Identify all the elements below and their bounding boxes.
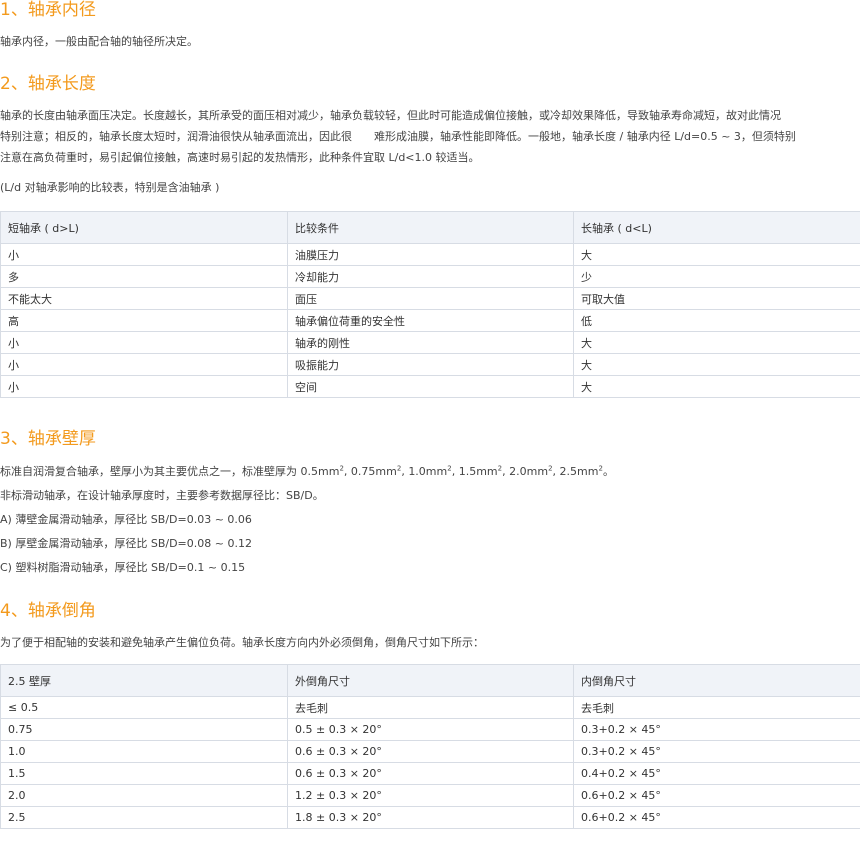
chamfer-text: 为了便于相配轴的安装和避免轴承产生偏位负荷。轴承长度方向内外必须倒角，倒角尺寸如…	[0, 636, 484, 649]
table-cell: 去毛刺	[287, 696, 574, 719]
table-row: 1.5 0.6 ± 0.3 × 20° 0.4+0.2 × 45°	[0, 762, 860, 785]
table-cell: 油膜压力	[287, 243, 574, 266]
column-header: 2.5 壁厚	[0, 664, 288, 697]
table-cell: 1.0	[0, 740, 288, 763]
table-cell: 0.4+0.2 × 45°	[573, 762, 860, 785]
superscript: 2	[447, 464, 452, 473]
column-header: 比较条件	[287, 211, 574, 244]
table-cell: 0.3+0.2 × 45°	[573, 718, 860, 741]
thickness-suffix: 。	[602, 465, 614, 478]
table-cell: 高	[0, 309, 288, 332]
superscript: 2	[497, 464, 503, 473]
table-cell: 少	[573, 265, 860, 288]
table-row: 小 吸振能力 大	[0, 353, 860, 376]
column-header: 长轴承 ( d<L)	[573, 211, 860, 244]
table-cell: 0.6 ± 0.3 × 20°	[287, 740, 574, 763]
chamfer-size-table: 2.5 壁厚 外倒角尺寸 内倒角尺寸 ≤ 0.5 去毛刺 去毛刺 0.75 0.…	[0, 664, 860, 829]
table-cell: 空间	[287, 375, 574, 398]
ld-comparison-table: 短轴承 ( d>L) 比较条件 长轴承 ( d<L) 小 油膜压力 大 多 冷却…	[0, 211, 860, 398]
table-row: 2.5 1.8 ± 0.3 × 20° 0.6+0.2 × 45°	[0, 806, 860, 829]
table-cell: 去毛刺	[573, 696, 860, 719]
table-cell: 大	[573, 353, 860, 376]
table-header-row: 2.5 壁厚 外倒角尺寸 内倒角尺寸	[0, 664, 860, 697]
thickness-value: 0.5mm	[300, 465, 340, 478]
table-row: 高 轴承偏位荷重的安全性 低	[0, 309, 860, 332]
thickness-prefix: 标准自润滑复合轴承，壁厚小为其主要优点之一，标准壁厚为	[0, 465, 301, 478]
table-cell: 2.5	[0, 806, 288, 829]
thickness-ratio-line: A) 薄壁金属滑动轴承，厚径比 SB/D=0.03 ~ 0.06	[0, 513, 252, 526]
table-row: 0.75 0.5 ± 0.3 × 20° 0.3+0.2 × 45°	[0, 718, 860, 741]
table-cell: 0.6 ± 0.3 × 20°	[287, 762, 574, 785]
table-cell: 轴承偏位荷重的安全性	[287, 309, 574, 332]
table-cell: 0.6+0.2 × 45°	[573, 784, 860, 807]
table-cell: 面压	[287, 287, 574, 310]
table-cell: 轴承的刚性	[287, 331, 574, 354]
thickness-ratio-line: 非标滑动轴承，在设计轴承厚度时，主要参考数据厚径比：SB/D。	[0, 489, 324, 502]
table-cell: 大	[573, 331, 860, 354]
table-row: ≤ 0.5 去毛刺 去毛刺	[0, 696, 860, 719]
table-cell: 小	[0, 375, 288, 398]
table-cell: 可取大值	[573, 287, 860, 310]
thickness-value: 1.5mm	[458, 465, 498, 478]
table-row: 小 油膜压力 大	[0, 243, 860, 266]
superscript: 2	[396, 464, 402, 473]
table-cell: 大	[573, 375, 860, 398]
thickness-value: 0.75mm	[350, 465, 397, 478]
thickness-value: 1.0mm	[408, 465, 448, 478]
section-title-length: 2、轴承长度	[0, 74, 96, 94]
table-cell: 冷却能力	[287, 265, 574, 288]
table-cell: 0.3+0.2 × 45°	[573, 740, 860, 763]
table-row: 2.0 1.2 ± 0.3 × 20° 0.6+0.2 × 45°	[0, 784, 860, 807]
table-cell: 0.75	[0, 718, 288, 741]
superscript: 2	[548, 464, 553, 473]
table-cell: ≤ 0.5	[0, 696, 288, 719]
section-title-wall-thickness: 3、轴承壁厚	[0, 429, 96, 449]
table-row: 小 轴承的刚性 大	[0, 331, 860, 354]
table-cell: 小	[0, 243, 288, 266]
thickness-ratio-line: B) 厚壁金属滑动轴承，厚径比 SB/D=0.08 ~ 0.12	[0, 537, 252, 550]
table-cell: 不能太大	[0, 287, 288, 310]
inner-diameter-text: 轴承内径，一般由配合轴的轴径所决定。	[0, 35, 198, 48]
thickness-value: 2.0mm	[509, 465, 549, 478]
table-caption: (L/d 对轴承影响的比较表，特别是含油轴承 )	[0, 181, 220, 194]
thickness-ratio-line: C) 塑料树脂滑动轴承，厚径比 SB/D=0.1 ~ 0.15	[0, 561, 246, 574]
table-cell: 1.8 ± 0.3 × 20°	[287, 806, 574, 829]
thickness-value: 2.5mm	[559, 465, 599, 478]
table-cell: 吸振能力	[287, 353, 574, 376]
length-paragraph: 轴承的长度由轴承面压决定。长度越长，其所承受的面压相对减少，轴承负载较轻，但此时…	[0, 105, 860, 168]
table-header-row: 短轴承 ( d>L) 比较条件 长轴承 ( d<L)	[0, 211, 860, 244]
table-cell: 多	[0, 265, 288, 288]
length-paragraph-line: 轴承的长度由轴承面压决定。长度越长，其所承受的面压相对减少，轴承负载较轻，但此时…	[0, 109, 781, 122]
table-cell: 小	[0, 353, 288, 376]
table-cell: 0.6+0.2 × 45°	[573, 806, 860, 829]
table-row: 小 空间 大	[0, 375, 860, 398]
superscript: 2	[339, 464, 344, 473]
table-cell: 小	[0, 331, 288, 354]
table-cell: 低	[573, 309, 860, 332]
section-title-inner-diameter: 1、轴承内径	[0, 0, 96, 20]
length-paragraph-line: 特别注意；相反的，轴承长度太短时，润滑油很快从轴承面流出，因此很 难形成油膜，轴…	[0, 130, 796, 143]
table-cell: 大	[573, 243, 860, 266]
table-row: 1.0 0.6 ± 0.3 × 20° 0.3+0.2 × 45°	[0, 740, 860, 763]
length-paragraph-line: 注意在高负荷重时，易引起偏位接触，高速时易引起的发热情形，此种条件宜取 L/d<…	[0, 151, 480, 164]
table-cell: 1.2 ± 0.3 × 20°	[287, 784, 574, 807]
column-header: 内倒角尺寸	[573, 664, 860, 697]
table-cell: 0.5 ± 0.3 × 20°	[287, 718, 574, 741]
column-header: 外倒角尺寸	[287, 664, 574, 697]
table-cell: 1.5	[0, 762, 288, 785]
table-row: 不能太大 面压 可取大值	[0, 287, 860, 310]
column-header: 短轴承 ( d>L)	[0, 211, 288, 244]
section-title-chamfer: 4、轴承倒角	[0, 601, 96, 621]
table-cell: 2.0	[0, 784, 288, 807]
table-row: 多 冷却能力 少	[0, 265, 860, 288]
standard-thickness-line: 标准自润滑复合轴承，壁厚小为其主要优点之一，标准壁厚为 0.5mm2, 0.75…	[0, 464, 614, 478]
